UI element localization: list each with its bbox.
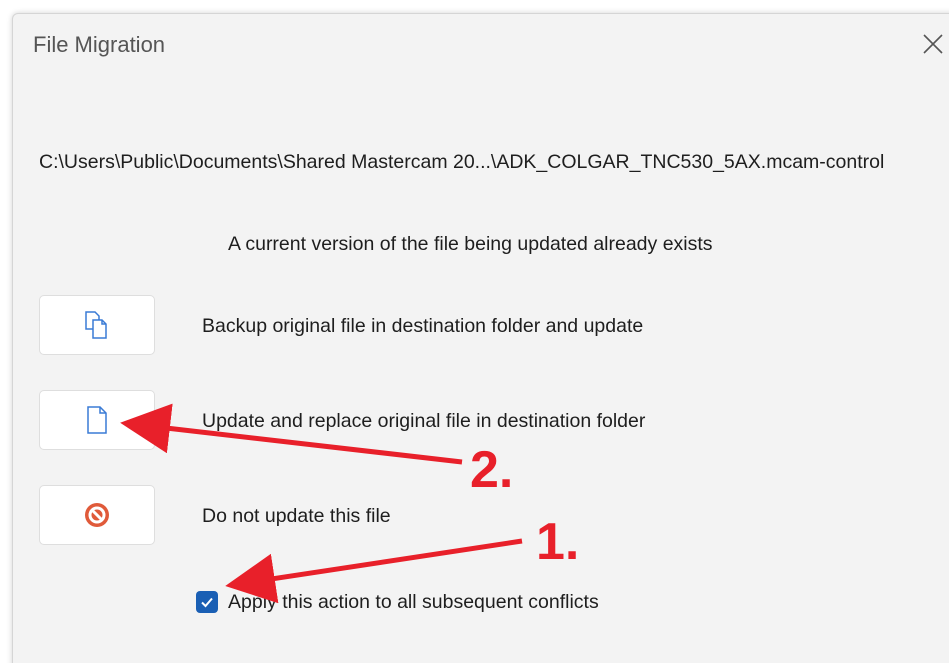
apply-all-row: Apply this action to all subsequent conf… — [196, 589, 599, 615]
title-bar: File Migration — [13, 14, 949, 74]
copy-files-icon — [85, 311, 107, 339]
backup-option-label: Backup original file in destination fold… — [202, 315, 644, 337]
skip-option-label: Do not update this file — [202, 505, 391, 527]
do-not-update-button[interactable] — [39, 485, 155, 545]
annotation-number-1: 1. — [536, 513, 580, 571]
apply-all-label: Apply this action to all subsequent conf… — [228, 590, 599, 613]
close-button[interactable] — [915, 28, 949, 60]
update-and-replace-button[interactable] — [39, 390, 155, 450]
document-icon — [87, 406, 107, 434]
dialog-title: File Migration — [33, 32, 166, 57]
conflict-message: A current version of the file being upda… — [228, 233, 713, 255]
screenshot-canvas: File Migration C:\Users\Public\Documents… — [0, 0, 949, 663]
file-migration-dialog: File Migration C:\Users\Public\Documents… — [12, 13, 949, 663]
close-icon — [923, 34, 943, 54]
checkmark-icon — [201, 597, 213, 608]
file-path: C:\Users\Public\Documents\Shared Masterc… — [39, 151, 885, 173]
replace-option-label: Update and replace original file in dest… — [202, 410, 646, 432]
apply-all-checkbox[interactable] — [196, 591, 218, 613]
backup-and-update-button[interactable] — [39, 295, 155, 355]
annotation-number-2: 2. — [470, 441, 514, 499]
prohibited-icon — [85, 503, 109, 527]
